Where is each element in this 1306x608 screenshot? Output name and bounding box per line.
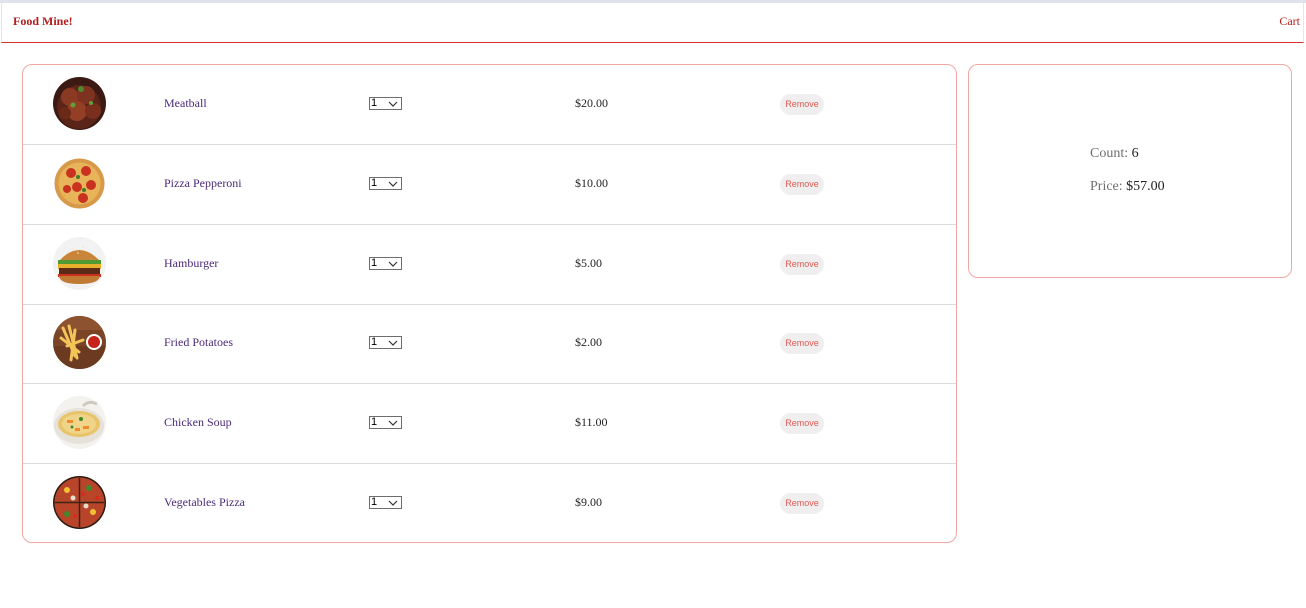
summary-price: Price: $57.00: [1090, 179, 1165, 195]
chevron-down-icon: [388, 340, 398, 346]
item-name[interactable]: Hamburger: [164, 256, 218, 271]
chevron-down-icon: [388, 500, 398, 506]
cart-item-row: Fried Potatoes 1 $2.00 Remove: [23, 304, 956, 384]
item-price: $10.00: [575, 176, 608, 190]
chevron-down-icon: [388, 420, 398, 426]
quantity-select[interactable]: 1: [369, 177, 402, 190]
item-name[interactable]: Fried Potatoes: [164, 335, 233, 350]
quantity-select[interactable]: 1: [369, 97, 402, 110]
item-name[interactable]: Pizza Pepperoni: [164, 176, 242, 191]
fried-potatoes-image[interactable]: [53, 316, 106, 369]
chicken-soup-image[interactable]: [53, 396, 106, 449]
pizza-pepperoni-image[interactable]: [53, 157, 106, 210]
cart-item-row: Vegetables Pizza 1 $9.00 Remove: [23, 464, 956, 542]
summary-count: Count: 6: [1090, 146, 1139, 162]
remove-button[interactable]: Remove: [780, 254, 824, 275]
quantity-value: 1: [371, 257, 378, 269]
quantity-select[interactable]: 1: [369, 257, 402, 270]
cart-items-list: Meatball 1 $20.00 Remove Pizza Pepperoni…: [22, 64, 957, 543]
remove-button[interactable]: Remove: [780, 413, 824, 434]
app-header: Food Mine! Cart: [1, 3, 1304, 43]
remove-button[interactable]: Remove: [780, 493, 824, 514]
item-name[interactable]: Vegetables Pizza: [164, 495, 245, 510]
quantity-value: 1: [371, 97, 378, 109]
quantity-value: 1: [371, 496, 378, 508]
vegetables-pizza-image[interactable]: [53, 476, 106, 529]
item-price: $11.00: [575, 415, 608, 429]
count-label: Count:: [1090, 146, 1129, 161]
item-price: $20.00: [575, 96, 608, 110]
quantity-value: 1: [371, 416, 378, 428]
count-value: 6: [1131, 146, 1139, 161]
quantity-value: 1: [371, 336, 378, 348]
quantity-select[interactable]: 1: [369, 336, 402, 349]
chevron-down-icon: [388, 101, 398, 107]
remove-button[interactable]: Remove: [780, 333, 824, 354]
chevron-down-icon: [388, 261, 398, 267]
chevron-down-icon: [388, 181, 398, 187]
remove-button[interactable]: Remove: [780, 174, 824, 195]
cart-link[interactable]: Cart: [1279, 14, 1300, 29]
meatball-image[interactable]: [53, 77, 106, 130]
item-price: $9.00: [575, 495, 602, 509]
logo-link[interactable]: Food Mine!: [13, 14, 73, 29]
cart-item-row: Hamburger 1 $5.00 Remove: [23, 225, 956, 305]
quantity-value: 1: [371, 177, 378, 189]
cart-item-row: Meatball 1 $20.00 Remove: [23, 65, 956, 145]
price-value: $57.00: [1126, 179, 1165, 194]
item-price: $2.00: [575, 335, 602, 349]
item-name[interactable]: Chicken Soup: [164, 415, 232, 430]
remove-button[interactable]: Remove: [780, 94, 824, 115]
quantity-select[interactable]: 1: [369, 496, 402, 509]
item-name[interactable]: Meatball: [164, 96, 207, 111]
quantity-select[interactable]: 1: [369, 416, 402, 429]
item-price: $5.00: [575, 256, 602, 270]
hamburger-image[interactable]: [53, 237, 106, 290]
cart-item-row: Pizza Pepperoni 1 $10.00 Remove: [23, 145, 956, 225]
price-label: Price:: [1090, 179, 1123, 194]
cart-item-row: Chicken Soup 1 $11.00 Remove: [23, 384, 956, 464]
cart-summary: Count: 6 Price: $57.00: [968, 64, 1292, 278]
